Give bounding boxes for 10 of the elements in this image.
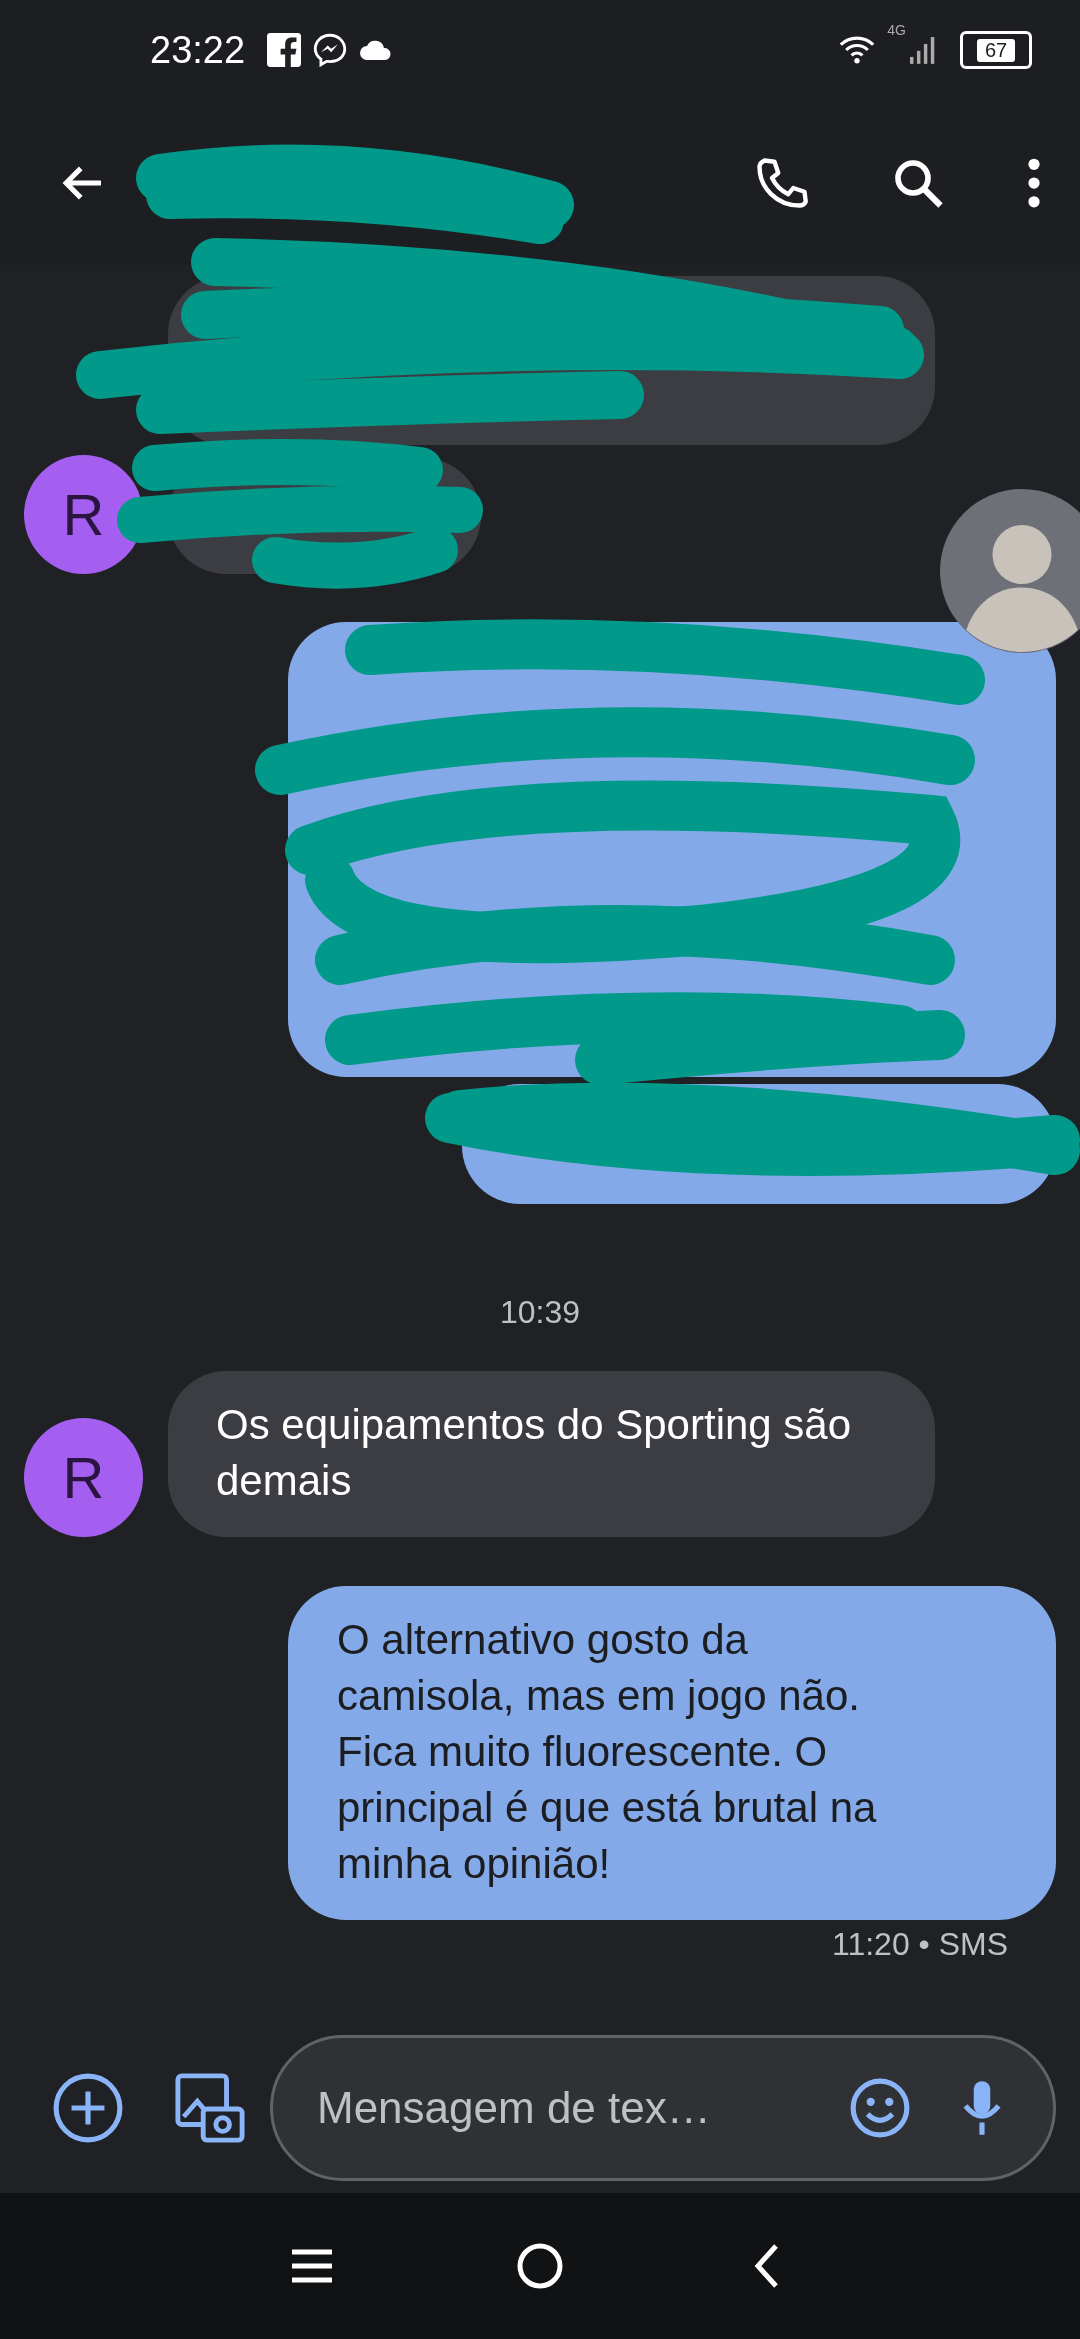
received-message-bubble: Os equipamentos do Sporting são demais (168, 1371, 935, 1537)
timestamp: 10:39 (499, 1294, 581, 1331)
network-type: 4G (887, 22, 906, 38)
battery-icon: 67 (960, 31, 1032, 69)
message-input[interactable]: Mensagem de tex… (315, 2082, 809, 2134)
contact-avatar[interactable]: R (24, 1418, 143, 1537)
status-time: 23:22 (150, 28, 246, 72)
message-status: 11:20 • SMS (831, 1926, 1008, 1963)
sent-message-bubble: O alternativo gosto da camisola, mas em jogo não. Fica muito fluorescente. O principal é que está brutal na minha opinião! (288, 1586, 1056, 1920)
message-field[interactable]: Mensagem de tex… (270, 2035, 1056, 2181)
